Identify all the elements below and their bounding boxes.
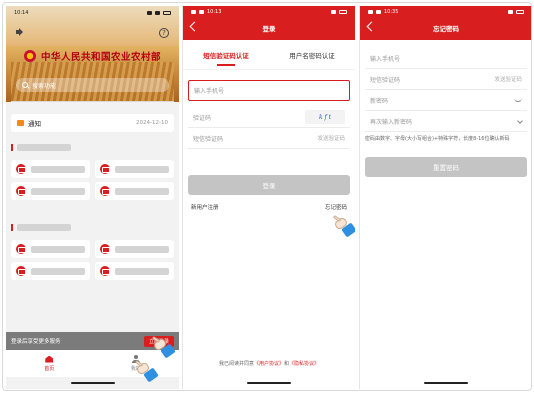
megaphone-icon: [17, 120, 24, 126]
header: 10:35 忘记密码: [360, 6, 531, 40]
user-agreement-link[interactable]: 《用户协议》: [254, 361, 284, 367]
pointer-hand-icon: [151, 335, 176, 359]
national-emblem-icon: [24, 50, 36, 62]
tab-password-auth[interactable]: 用户名密码认证: [269, 50, 355, 60]
battery-icon: [339, 10, 347, 14]
home-screen: 10:14 ? 中华人民共和国农业农村部 搜索功能 通知 2024-12-10: [6, 6, 179, 389]
service-icon: [100, 244, 110, 254]
service-card[interactable]: [11, 182, 90, 200]
sms-code-input[interactable]: 短信验证码 发送验证码: [365, 69, 527, 90]
search-placeholder: 搜索功能: [32, 82, 57, 90]
back-icon[interactable]: [366, 21, 377, 32]
status-time: 10:13: [207, 9, 222, 15]
pointer-hand-icon: [332, 214, 355, 238]
status-bar: 10:13: [183, 6, 355, 18]
page-title: 忘记密码: [433, 25, 459, 33]
forgot-password-screen: 10:35 忘记密码 输入手机号 短信验证码 发送验证码 新密码 再次输入新密码 …: [359, 6, 531, 389]
section-header: [11, 224, 71, 231]
service-icon: [16, 186, 26, 196]
hero-banner: 10:14 ? 中华人民共和国农业农村部 搜索功能: [6, 6, 179, 102]
register-link[interactable]: 新用户注册: [191, 203, 219, 211]
send-code-button[interactable]: 发送验证码: [494, 75, 522, 83]
captcha-image[interactable]: k f t: [305, 110, 345, 124]
wifi-icon: [508, 10, 513, 14]
sms-label: 短信验证码: [370, 76, 401, 84]
captcha-input[interactable]: 验证码 k f t: [188, 107, 350, 128]
search-icon: [22, 82, 28, 88]
send-code-button[interactable]: 发送验证码: [317, 134, 345, 142]
captcha-text: k f t: [318, 113, 332, 121]
agreement-prefix: 我已阅读并同意: [218, 361, 254, 367]
new-password-input[interactable]: 新密码: [365, 90, 527, 111]
notice-label: 通知: [28, 120, 41, 128]
pointer-hand-icon: [134, 359, 159, 383]
battery-icon: [163, 11, 171, 15]
status-bar: 10:35: [360, 6, 531, 18]
service-card[interactable]: [95, 182, 174, 200]
status-bar: 10:14: [6, 6, 179, 20]
service-grid-2: [11, 240, 174, 280]
brand: 中华人民共和国农业农村部: [24, 49, 161, 63]
service-card[interactable]: [11, 262, 90, 280]
reset-password-button[interactable]: 重置密码: [365, 157, 527, 177]
confirm-password-label: 再次输入新密码: [370, 118, 413, 126]
status-time: 10:14: [14, 10, 29, 16]
brand-title: 中华人民共和国农业农村部: [41, 52, 162, 63]
service-card[interactable]: [11, 160, 90, 178]
status-time: 10:35: [384, 9, 399, 15]
captcha-label: 验证码: [193, 114, 212, 122]
sms-code-input[interactable]: 短信验证码 发送验证码: [188, 128, 350, 149]
help-icon[interactable]: ?: [159, 28, 169, 38]
new-password-label: 新密码: [370, 97, 389, 105]
notice-date: 2024-12-10: [136, 120, 168, 126]
page-title: 登录: [262, 25, 276, 33]
wifi-icon: [331, 10, 336, 14]
speaker-icon[interactable]: [16, 28, 26, 36]
phone-placeholder: 输入手机号: [194, 88, 225, 95]
eye-icon[interactable]: [514, 98, 522, 102]
phone-input[interactable]: 输入手机号: [188, 80, 350, 101]
back-icon[interactable]: [189, 21, 200, 32]
notice-row[interactable]: 通知 2024-12-10: [11, 114, 174, 132]
login-button[interactable]: 登录: [188, 175, 350, 195]
phone-placeholder: 输入手机号: [370, 55, 401, 63]
header: 10:13 登录: [183, 6, 355, 40]
service-icon: [16, 266, 26, 276]
service-icon: [100, 186, 110, 196]
password-hint: 密码由数字、字母(大小写组合)+特殊字符，长度8-16位确认新码: [365, 136, 510, 142]
screenshot-frame: 10:14 ? 中华人民共和国农业农村部 搜索功能 通知 2024-12-10: [2, 2, 532, 391]
search-input[interactable]: 搜索功能: [16, 78, 169, 92]
service-card[interactable]: [11, 240, 90, 258]
service-grid-1: [11, 160, 174, 200]
service-icon: [100, 164, 110, 174]
service-icon: [16, 164, 26, 174]
service-icon: [16, 244, 26, 254]
agreement-text: 我已阅读并同意《用户协议》和《隐私协议》: [183, 360, 355, 367]
tab-home[interactable]: 首页: [6, 350, 93, 377]
home-indicator: [247, 382, 291, 384]
login-screen: 10:13 登录 短信验证码认证 用户名密码认证 输入手机号 验证码 k f t …: [182, 6, 355, 389]
confirm-password-input[interactable]: 再次输入新密码: [365, 111, 527, 132]
home-indicator: [70, 382, 115, 384]
service-card[interactable]: [95, 160, 174, 178]
privacy-agreement-link[interactable]: 《隐私协议》: [289, 361, 319, 367]
tab-home-label: 首页: [44, 365, 55, 372]
wifi-icon: [155, 11, 160, 15]
sms-label: 短信验证码: [193, 135, 224, 143]
service-icon: [100, 266, 110, 276]
chevron-down-icon[interactable]: [517, 118, 523, 124]
service-card[interactable]: [95, 240, 174, 258]
home-indicator: [424, 382, 468, 384]
forgot-password-link[interactable]: 忘记密码: [325, 203, 347, 211]
login-prompt-text: 登录后享受更多服务: [11, 339, 61, 345]
auth-tabs: 短信验证码认证 用户名密码认证: [183, 40, 355, 70]
tab-sms-auth[interactable]: 短信验证码认证: [183, 50, 269, 60]
signal-icon: [147, 11, 152, 15]
service-card[interactable]: [95, 262, 174, 280]
home-icon: [45, 355, 54, 363]
phone-input[interactable]: 输入手机号: [365, 48, 527, 69]
section-header: [11, 144, 71, 151]
battery-icon: [516, 10, 524, 14]
